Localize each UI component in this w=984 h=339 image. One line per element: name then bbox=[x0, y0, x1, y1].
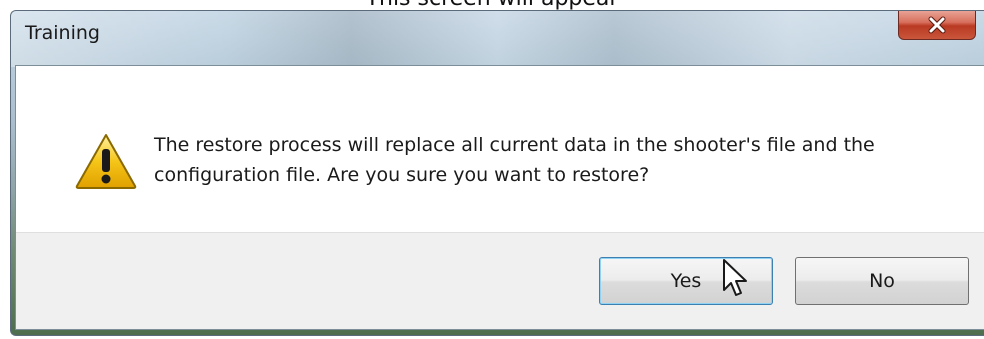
button-area: Yes No bbox=[16, 232, 984, 329]
screenshot-page: This screen will appear Training bbox=[0, 0, 984, 339]
dialog-window: Training The restore process will replac… bbox=[10, 10, 984, 336]
warning-triangle-icon bbox=[75, 134, 137, 189]
dialog-client-area: The restore process will replace all cur… bbox=[15, 65, 984, 330]
window-title: Training bbox=[25, 22, 100, 44]
close-button[interactable] bbox=[898, 11, 976, 40]
dialog-message: The restore process will replace all cur… bbox=[154, 134, 875, 186]
message-area: The restore process will replace all cur… bbox=[16, 66, 984, 232]
mouse-pointer-icon bbox=[723, 259, 747, 296]
close-x-icon bbox=[928, 16, 946, 33]
window-titlebar[interactable]: Training bbox=[11, 11, 984, 67]
no-button[interactable]: No bbox=[795, 257, 969, 305]
